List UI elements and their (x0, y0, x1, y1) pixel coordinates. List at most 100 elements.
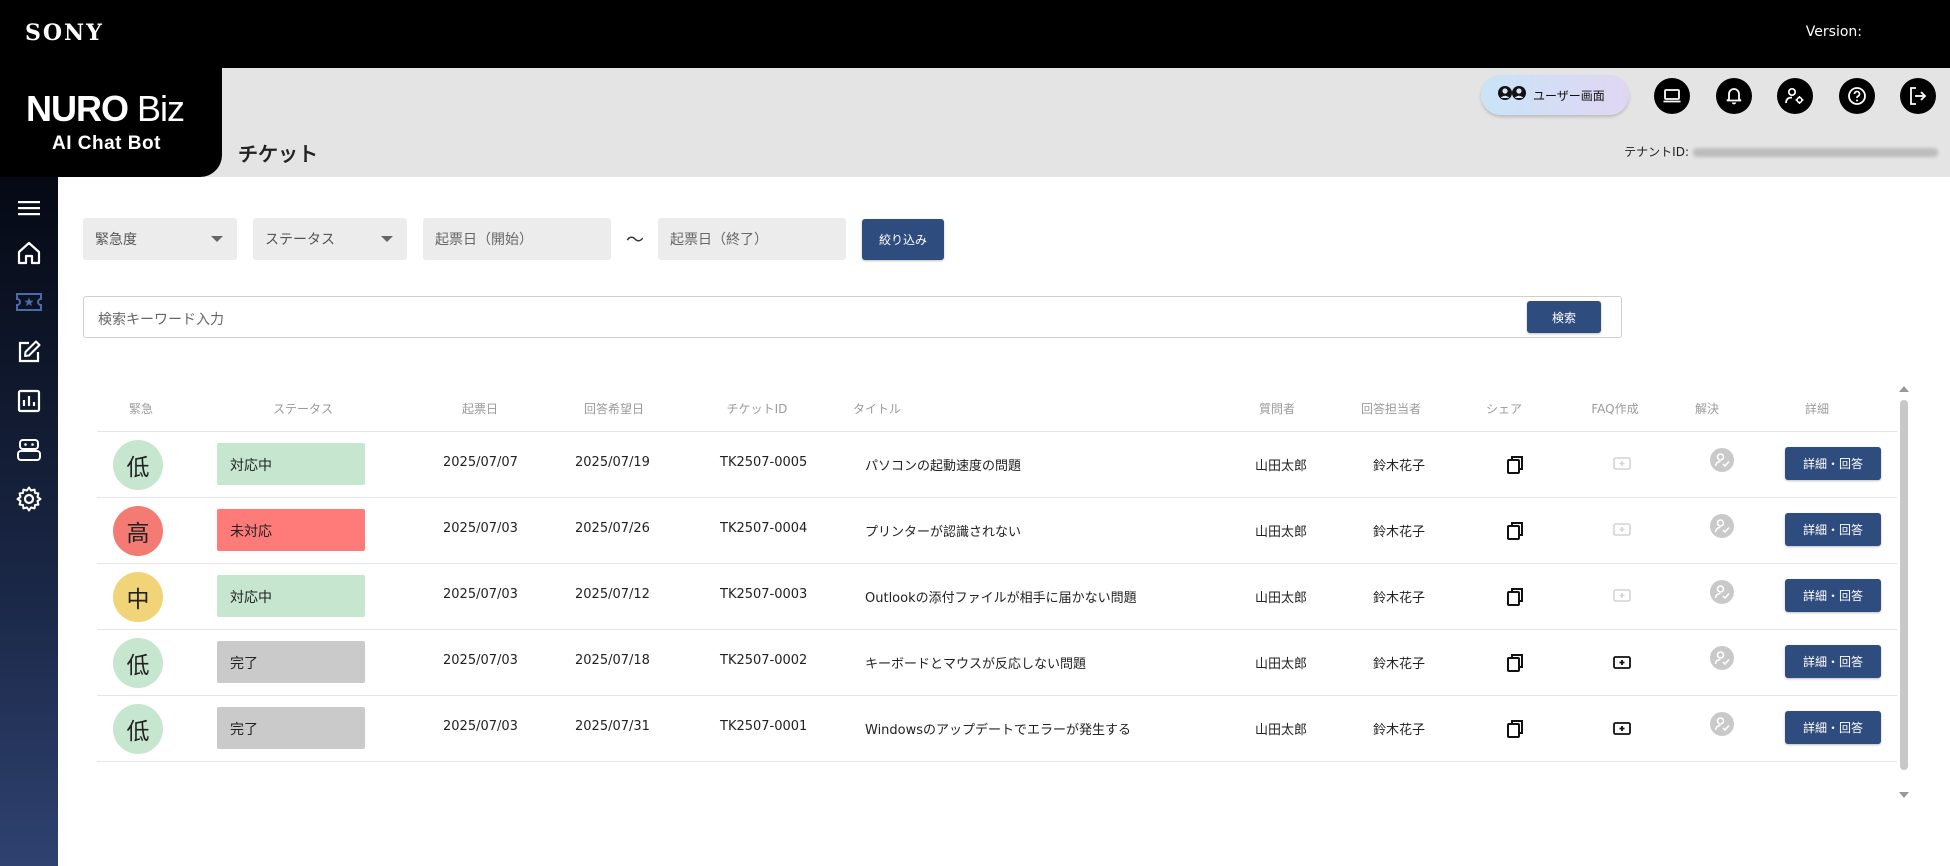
col-header-created: 起票日 (461, 402, 498, 416)
assignee-name: 鈴木花子 (1373, 657, 1426, 672)
asker-name: 山田太郎 (1255, 459, 1308, 474)
col-header-ticket-id: チケットID (726, 402, 788, 416)
ticket-title: プリンターが認識されない (865, 525, 1022, 540)
user-screen-button[interactable]: ユーザー画面 (1481, 75, 1629, 115)
date-end-field[interactable]: 起票日（終了） (658, 218, 846, 260)
page-title: チケット (238, 142, 318, 166)
version-label: Version: (1805, 24, 1862, 40)
asker-name: 山田太郎 (1255, 525, 1308, 540)
ticket-id: TK2507-0001 (720, 719, 808, 734)
asker-name: 山田太郎 (1255, 657, 1308, 672)
status-badge: 未対応 (217, 509, 365, 551)
copy-icon[interactable] (1504, 519, 1528, 543)
resolve-icon[interactable] (1710, 448, 1734, 472)
brand-block[interactable]: NURO Biz AI Chat Bot (0, 68, 222, 177)
monitor-icon[interactable] (1654, 78, 1690, 114)
ticket-id: TK2507-0004 (720, 521, 808, 536)
copy-icon[interactable] (1504, 453, 1528, 477)
status-badge: 対応中 (217, 575, 365, 617)
col-header-title: タイトル (853, 402, 902, 416)
status-select-label: ステータス (265, 232, 335, 248)
resolve-icon[interactable] (1710, 580, 1734, 604)
help-icon[interactable] (1839, 78, 1875, 114)
col-header-status: ステータス (272, 402, 333, 416)
settings-icon[interactable] (14, 484, 44, 514)
urgency-badge: 低 (113, 440, 163, 490)
table-row: 低 完了 2025/07/03 2025/07/18 TK2507-0002 キ… (97, 630, 1897, 696)
bot-icon[interactable] (14, 435, 44, 465)
col-header-share: シェア (1485, 402, 1522, 416)
scroll-down-arrow[interactable] (1899, 792, 1909, 798)
tenant-id: テナントID: (1624, 143, 1938, 160)
urgency-badge: 低 (113, 638, 163, 688)
detail-answer-button[interactable]: 詳細・回答 (1785, 447, 1881, 480)
resolve-icon[interactable] (1710, 514, 1734, 538)
due-date: 2025/07/26 (575, 521, 650, 536)
assignee-name: 鈴木花子 (1373, 723, 1426, 738)
urgency-badge: 中 (113, 572, 163, 622)
ticket-title: パソコンの起動速度の問題 (865, 459, 1022, 474)
faq-create-icon (1610, 451, 1634, 475)
home-icon[interactable] (14, 238, 44, 268)
status-badge: 完了 (217, 707, 365, 749)
faq-create-icon (1610, 583, 1634, 607)
analytics-icon[interactable] (14, 386, 44, 416)
sidebar (0, 177, 58, 866)
asker-name: 山田太郎 (1255, 591, 1308, 606)
table-row: 中 対応中 2025/07/03 2025/07/12 TK2507-0003 … (97, 564, 1897, 630)
logout-icon[interactable] (1900, 78, 1936, 114)
scrollbar[interactable] (1900, 400, 1908, 770)
asker-name: 山田太郎 (1255, 723, 1308, 738)
users-icon (1497, 85, 1527, 105)
filter-button[interactable]: 絞り込み (862, 219, 944, 260)
created-date: 2025/07/03 (443, 521, 518, 536)
status-select[interactable]: ステータス (253, 218, 407, 260)
detail-answer-button[interactable]: 詳細・回答 (1785, 513, 1881, 546)
faq-create-icon[interactable] (1610, 650, 1634, 674)
urgency-select-label: 緊急度 (95, 232, 137, 248)
date-start-field[interactable]: 起票日（開始） (423, 218, 611, 260)
ticket-title: Outlookの添付ファイルが相手に届かない問題 (865, 591, 1137, 606)
table-row: 低 対応中 2025/07/07 2025/07/19 TK2507-0005 … (97, 432, 1897, 498)
search-input[interactable]: 検索キーワード入力 (83, 296, 1622, 338)
chevron-down-icon (381, 236, 393, 242)
assignee-name: 鈴木花子 (1373, 459, 1426, 474)
chevron-down-icon (211, 236, 223, 242)
user-settings-icon[interactable] (1777, 78, 1813, 114)
assignee-name: 鈴木花子 (1373, 525, 1426, 540)
detail-answer-button[interactable]: 詳細・回答 (1785, 711, 1881, 744)
due-date: 2025/07/18 (575, 653, 650, 668)
resolve-icon[interactable] (1710, 712, 1734, 736)
urgency-badge: 低 (113, 704, 163, 754)
edit-icon[interactable] (14, 337, 44, 367)
copy-icon[interactable] (1504, 585, 1528, 609)
ticket-id: TK2507-0003 (720, 587, 808, 602)
faq-create-icon (1610, 517, 1634, 541)
bell-icon[interactable] (1716, 78, 1752, 114)
search-button[interactable]: 検索 (1527, 301, 1601, 333)
brand-subtitle: AI Chat Bot (52, 133, 161, 154)
created-date: 2025/07/03 (443, 587, 518, 602)
ticket-icon[interactable] (14, 287, 44, 317)
ticket-id: TK2507-0005 (720, 455, 808, 470)
created-date: 2025/07/07 (443, 455, 518, 470)
detail-answer-button[interactable]: 詳細・回答 (1785, 645, 1881, 678)
sony-logo: SONY (25, 20, 104, 46)
ticket-title: キーボードとマウスが反応しない問題 (865, 657, 1087, 672)
col-header-assignee: 回答担当者 (1360, 402, 1421, 416)
col-header-urgency: 緊急 (128, 402, 153, 416)
top-bar: SONY Version: (0, 0, 1950, 68)
faq-create-icon[interactable] (1610, 716, 1634, 740)
brand-logo: NURO Biz (26, 88, 185, 129)
resolve-icon[interactable] (1710, 646, 1734, 670)
copy-icon[interactable] (1504, 651, 1528, 675)
status-badge: 完了 (217, 641, 365, 683)
created-date: 2025/07/03 (443, 719, 518, 734)
table-row: 高 未対応 2025/07/03 2025/07/26 TK2507-0004 … (97, 498, 1897, 564)
menu-icon[interactable] (14, 193, 44, 223)
scroll-up-arrow[interactable] (1899, 386, 1909, 392)
detail-answer-button[interactable]: 詳細・回答 (1785, 579, 1881, 612)
urgency-select[interactable]: 緊急度 (83, 218, 237, 260)
copy-icon[interactable] (1504, 717, 1528, 741)
col-header-detail: 詳細 (1804, 402, 1829, 416)
